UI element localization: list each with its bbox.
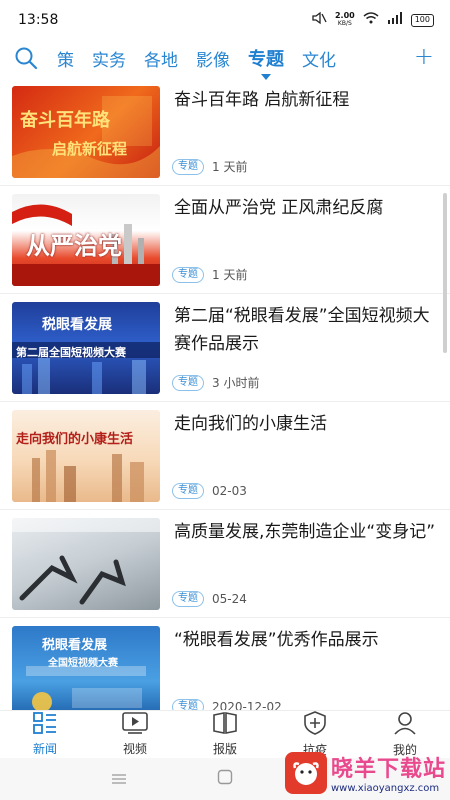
video-play-icon [122,712,148,738]
nav-video[interactable]: 视频 [90,711,180,758]
news-meta: 专题 2020-12-02 [172,699,282,710]
news-time: 02-03 [212,484,247,498]
nav-newspaper[interactable]: 报版 [180,711,270,758]
nav-label: 报版 [212,742,237,756]
tab-zhuanti[interactable]: 专题 [239,45,293,80]
watermark-url: www.xiaoyangxz.com [330,783,440,794]
topic-tag: 专题 [172,591,204,607]
news-thumbnail: 从严治党 [12,194,160,286]
list-item[interactable]: 从严治党 全面从严治党 正风肃纪反腐 专题 1 天前 [0,186,450,294]
battery-icon: 100 [410,13,434,27]
add-channel-button[interactable]: + [414,42,434,70]
news-list[interactable]: 奋斗百年路 启航新征程 奋斗百年路 启航新征程 专题 1 天前 从严治党 全面从… [0,78,450,710]
news-title[interactable]: 第二届“税眼看发展”全国短视频大赛作品展示 [174,302,436,358]
news-time: 2020-12-02 [212,700,282,710]
tab-ce[interactable]: 策 [48,46,83,71]
nav-label: 新闻 [32,742,57,756]
topic-tag: 专题 [172,483,204,499]
watermark: 晓羊下载站 www.xiaoyangxz.com [284,751,446,794]
news-thumbnail [12,518,160,610]
topic-tag: 专题 [172,158,204,175]
news-thumbnail: 奋斗百年路 启航新征程 [12,86,160,178]
home-icon[interactable] [217,769,233,789]
news-time: 3 小时前 [212,376,260,390]
news-grid-icon [33,712,57,738]
thumb-caption: 奋斗百年路 [20,110,110,131]
topic-tag: 专题 [172,266,204,283]
newspaper-icon [212,712,238,738]
mute-icon [311,11,327,29]
net-speed: 2.00 KB/S [334,11,355,28]
list-item[interactable]: 走向我们的小康生活 走向我们的小康生活 专题 02-03 [0,402,450,510]
thumb-caption: 全国短视频大赛 [48,658,118,669]
channel-tabs: 策 实务 各地 影像 专题 文化 [48,45,450,80]
user-icon [393,711,417,739]
status-icons: 2.00 KB/S 100 [311,11,434,29]
tab-shiwu[interactable]: 实务 [83,46,135,71]
news-meta: 专题 3 小时前 [172,374,259,391]
news-meta: 专题 1 天前 [172,266,247,283]
list-item[interactable]: 高质量发展,东莞制造企业“变身记” 专题 05-24 [0,510,450,618]
watermark-text: 晓羊下载站 www.xiaoyangxz.com [331,751,446,794]
wifi-icon [363,12,379,28]
thumb-caption: 税眼看发展 [42,317,112,333]
news-title[interactable]: 走向我们的小康生活 [174,410,436,438]
news-title[interactable]: 全面从严治党 正风肃纪反腐 [174,194,436,222]
list-item[interactable]: 奋斗百年路 启航新征程 奋斗百年路 启航新征程 专题 1 天前 [0,78,450,186]
status-time: 13:58 [18,12,59,28]
news-title[interactable]: 奋斗百年路 启航新征程 [174,86,436,114]
signal-icon [387,12,403,28]
status-bar: 13:58 2.00 KB/S 100 [0,0,450,40]
list-item[interactable]: 税眼看发展 全国短视频大赛 “税眼看发展”优秀作品展示 专题 2020-12-0… [0,618,450,710]
news-thumbnail: 走向我们的小康生活 [12,410,160,502]
tab-gedi[interactable]: 各地 [135,46,187,71]
list-item[interactable]: 税眼看发展 第二届全国短视频大赛 第二届“税眼看发展”全国短视频大赛作品展示 专… [0,294,450,402]
news-time: 1 天前 [212,160,248,174]
news-title[interactable]: “税眼看发展”优秀作品展示 [174,626,436,654]
watermark-title: 晓羊下载站 [330,757,446,782]
thumb-caption: 税眼看发展 [42,638,108,653]
news-thumbnail: 税眼看发展 第二届全国短视频大赛 [12,302,160,394]
channel-bar: 策 实务 各地 影像 专题 文化 + [0,40,450,80]
news-time: 05-24 [212,592,247,606]
thumb-caption: 走向我们的小康生活 [16,432,134,447]
tab-yingxiang[interactable]: 影像 [187,46,239,71]
news-meta: 专题 02-03 [172,483,247,499]
news-thumbnail: 税眼看发展 全国短视频大赛 [12,626,160,710]
thumb-caption: 从严治党 [26,231,122,260]
news-time: 1 天前 [212,268,248,282]
news-title[interactable]: 高质量发展,东莞制造企业“变身记” [174,518,436,546]
shield-plus-icon [304,711,326,739]
search-icon[interactable] [14,46,48,70]
tab-wenhua[interactable]: 文化 [293,46,345,71]
topic-tag: 专题 [172,699,204,710]
nav-news[interactable]: 新闻 [0,711,90,758]
news-meta: 专题 05-24 [172,591,247,607]
sheep-logo-icon [284,751,327,794]
thumb-caption: 第二届全国短视频大赛 [16,346,126,359]
tab-zhuanti-label: 专题 [248,49,284,70]
topic-tag: 专题 [172,374,204,391]
menu-icon[interactable] [111,770,127,789]
nav-label: 视频 [122,742,147,756]
scrollbar[interactable] [443,193,447,353]
news-meta: 专题 1 天前 [172,158,247,175]
thumb-caption: 启航新征程 [52,140,128,158]
